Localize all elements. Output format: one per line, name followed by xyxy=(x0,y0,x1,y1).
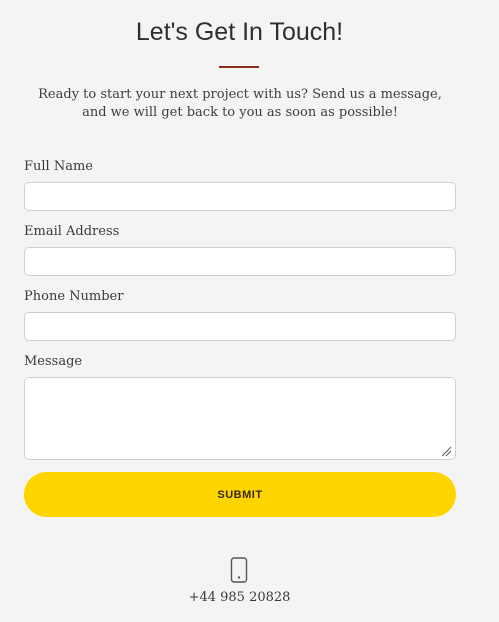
full-name-input[interactable] xyxy=(24,182,456,211)
email-input[interactable] xyxy=(24,247,456,276)
email-label: Email Address xyxy=(24,224,120,239)
contact-section: Let's Get In Touch! Ready to start your … xyxy=(0,0,499,622)
mobile-phone-icon xyxy=(230,557,248,583)
page-title: Let's Get In Touch! xyxy=(135,18,344,46)
phone-number[interactable]: +44 985 20828 xyxy=(0,590,479,606)
message-textarea[interactable] xyxy=(24,377,456,460)
intro-text: Ready to start your next project with us… xyxy=(38,87,442,120)
message-label: Message xyxy=(24,354,83,369)
submit-button[interactable]: SUBMIT xyxy=(24,472,456,517)
resize-grip-icon[interactable] xyxy=(440,445,452,457)
phone-input[interactable] xyxy=(24,312,456,341)
phone-label: Phone Number xyxy=(24,289,124,304)
title-divider xyxy=(219,66,259,68)
full-name-label: Full Name xyxy=(24,159,93,174)
